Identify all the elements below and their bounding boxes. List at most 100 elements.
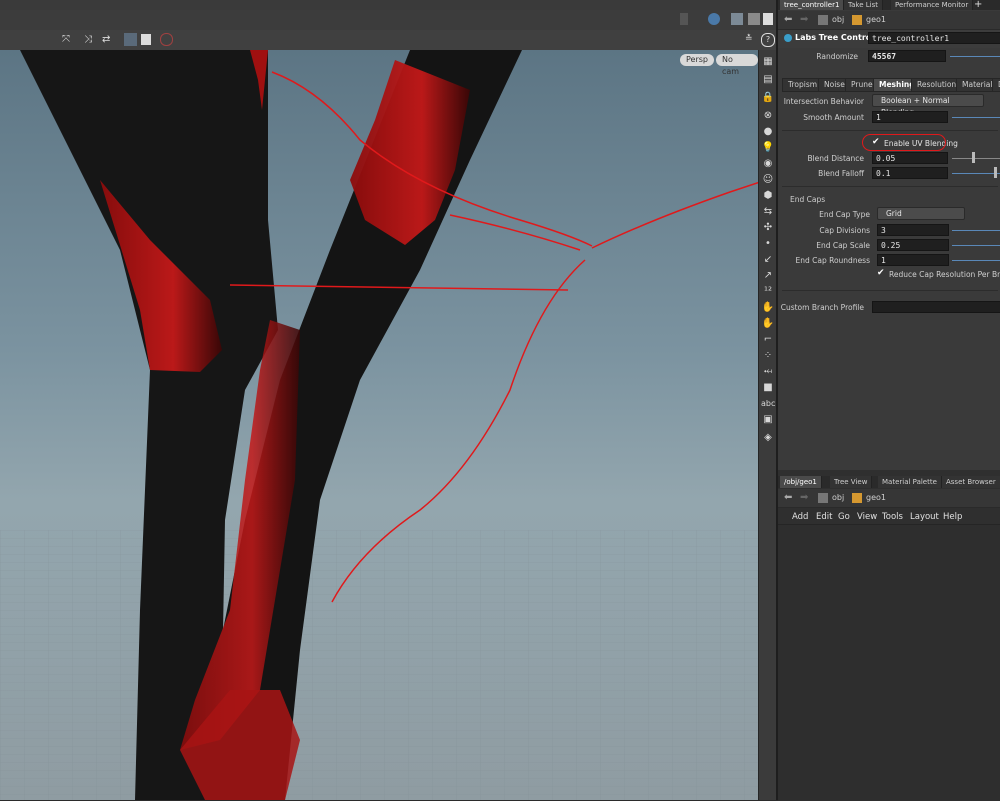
path-geo[interactable]: geo1 <box>866 493 886 502</box>
dropdown-arrow-icon[interactable] <box>680 13 688 25</box>
scene-toolbar <box>0 10 776 31</box>
image-icon[interactable]: ▣ <box>761 414 775 426</box>
smooth-label: Smooth Amount <box>803 113 864 122</box>
background-icon[interactable]: ◈ <box>761 432 775 444</box>
menu-view[interactable]: View <box>857 512 877 522</box>
blend-falloff-field[interactable]: 0.1 <box>872 167 948 179</box>
forward-icon[interactable]: ➡ <box>800 14 808 25</box>
tab-material-palette[interactable]: Material Palette <box>878 476 942 488</box>
smooth-slider[interactable] <box>952 117 1000 118</box>
menu-help[interactable]: Help <box>943 512 962 522</box>
handle-icon[interactable]: ✣ <box>761 222 775 234</box>
blend-falloff-handle[interactable] <box>994 167 997 178</box>
tab-more[interactable]: Di <box>992 78 1000 92</box>
ground-grid <box>0 530 758 800</box>
cap-scale-field[interactable]: 0.25 <box>877 239 949 251</box>
scene-viewport[interactable]: Persp No cam <box>0 50 758 800</box>
back-icon[interactable]: ⬅ <box>784 14 792 25</box>
shading-icon[interactable]: ▤ <box>761 74 775 86</box>
node-name-field[interactable]: tree_controller1 <box>868 32 1000 44</box>
path-geo[interactable]: geo1 <box>866 15 886 24</box>
grid-points-icon[interactable]: ⁘ <box>761 350 775 362</box>
sphere-icon[interactable]: ● <box>761 126 775 138</box>
bark-patch <box>350 60 470 245</box>
blend-distance-handle[interactable] <box>972 152 975 163</box>
custom-profile-field[interactable] <box>872 301 1000 313</box>
randomize-slider[interactable] <box>950 56 1000 57</box>
blend-distance-field[interactable]: 0.05 <box>872 152 948 164</box>
lock-icon[interactable]: 🔒 <box>761 92 775 104</box>
tab-tropism[interactable]: Tropism <box>782 78 824 92</box>
cap-roundness-field[interactable]: 1 <box>877 254 949 266</box>
snap-prim-icon[interactable] <box>124 33 137 46</box>
snap-icon[interactable]: ⤧ <box>62 34 74 46</box>
reduce-cap-checkbox[interactable]: ✔ <box>877 269 886 278</box>
display-icon[interactable] <box>748 13 760 25</box>
cube-icon[interactable] <box>731 13 743 25</box>
randomize-field[interactable]: 45567 <box>868 50 946 62</box>
divider <box>782 130 998 131</box>
point-icon[interactable]: • <box>761 238 775 250</box>
blend-falloff-slider[interactable] <box>952 173 1000 174</box>
tree-render <box>0 50 758 800</box>
cap-type-dropdown[interactable]: Grid <box>877 207 965 220</box>
forward-icon[interactable]: ➡ <box>800 492 808 503</box>
network-editor[interactable] <box>778 524 1000 801</box>
text-icon[interactable]: abc <box>761 398 775 410</box>
camera-icon[interactable]: ☺ <box>761 174 775 186</box>
help-icon[interactable]: ? <box>761 33 775 47</box>
tab-take-list[interactable]: Take List <box>844 0 883 10</box>
box-icon[interactable]: ■ <box>761 382 775 394</box>
menu-layout[interactable]: Layout <box>910 512 939 522</box>
connect-icon[interactable]: ⤟ <box>761 366 775 378</box>
cap-scale-slider[interactable] <box>952 245 1000 246</box>
tab-tree-view[interactable]: Tree View <box>830 476 873 488</box>
tab-resolution[interactable]: Resolution <box>911 78 963 92</box>
backface-icon[interactable]: ⊗ <box>761 110 775 122</box>
number-icon[interactable]: ¹² <box>761 286 775 298</box>
tab-tree-controller[interactable]: tree_controller1 <box>780 0 845 10</box>
cap-type-label: End Cap Type <box>819 210 870 219</box>
window-icon[interactable] <box>763 13 773 25</box>
tab-asset-browser[interactable]: Asset Browser <box>942 476 1000 488</box>
cap-divisions-slider[interactable] <box>952 230 1000 231</box>
display-options-icon[interactable]: ≛ <box>745 33 757 45</box>
back-icon[interactable]: ⬅ <box>784 492 792 503</box>
menu-add[interactable]: Add <box>792 512 808 522</box>
vector-icon[interactable]: ↗ <box>761 270 775 282</box>
menu-go[interactable]: Go <box>838 512 850 522</box>
cap-divisions-field[interactable]: 3 <box>877 224 949 236</box>
divider <box>782 290 998 291</box>
add-tab-icon[interactable]: + <box>974 0 984 10</box>
geometry-icon[interactable]: ⬢ <box>761 190 775 202</box>
blend-falloff-label: Blend Falloff <box>818 169 864 178</box>
normal-icon[interactable]: ↙ <box>761 254 775 266</box>
ghost-icon[interactable]: ✋ <box>761 302 775 314</box>
persp-menu[interactable]: Persp <box>680 54 714 66</box>
camera-menu[interactable]: No cam <box>716 54 758 76</box>
snap-grid-icon[interactable]: ⤨ <box>84 34 96 46</box>
pin-icon[interactable] <box>708 13 720 25</box>
viewport-side-toolbar: ▦ ▤ 🔒 ⊗ ● 💡 ◉ ☺ ⬢ ⇆ ✣ • ↙ ↗ ¹² ✋ ✋ ⌐ ⁘ ⤟… <box>758 50 777 800</box>
geo-icon <box>852 15 862 25</box>
transform-icon[interactable]: ⇆ <box>761 206 775 218</box>
light-ambient-icon[interactable]: ◉ <box>761 158 775 170</box>
path-obj[interactable]: obj <box>832 493 844 502</box>
cap-roundness-slider[interactable] <box>952 260 1000 261</box>
bound-icon[interactable]: ⌐ <box>761 334 775 346</box>
blend-distance-slider[interactable] <box>952 158 1000 159</box>
smooth-field[interactable]: 1 <box>872 111 948 123</box>
path-obj[interactable]: obj <box>832 15 844 24</box>
intersection-dropdown[interactable]: Boolean + Normal Blending <box>872 94 984 117</box>
display-mode-icon[interactable]: ▦ <box>761 56 775 68</box>
tab-performance-monitor[interactable]: Performance Monitor <box>891 0 974 10</box>
snap-edge-icon[interactable] <box>141 34 151 45</box>
menu-tools[interactable]: Tools <box>882 512 903 522</box>
tab-obj-geo1[interactable]: /obj/geo1 <box>780 476 822 488</box>
menu-edit[interactable]: Edit <box>816 512 832 522</box>
record-icon[interactable] <box>160 33 173 46</box>
parameter-pane: tree_controller1 Take List Performance M… <box>776 0 1000 470</box>
template-icon[interactable]: ✋ <box>761 318 775 330</box>
light-icon[interactable]: 💡 <box>761 142 775 154</box>
snap-point-icon[interactable]: ⇄ <box>102 34 116 46</box>
